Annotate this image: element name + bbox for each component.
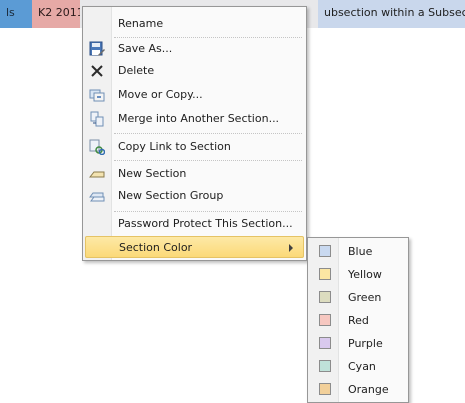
menu-separator xyxy=(114,133,302,134)
color-item-orange[interactable]: Orange xyxy=(310,378,406,401)
menu-item-move-copy[interactable]: Move or Copy... xyxy=(85,84,304,106)
section-tab-label: ls xyxy=(6,6,15,19)
color-item-green[interactable]: Green xyxy=(310,286,406,309)
section-color-submenu: Blue Yellow Green Red Purple Cyan Orange xyxy=(307,237,409,403)
merge-icon xyxy=(90,111,104,127)
yellow-swatch-icon xyxy=(319,268,331,280)
green-swatch-icon xyxy=(319,291,331,303)
menu-item-label: Move or Copy... xyxy=(118,88,203,101)
color-item-cyan[interactable]: Cyan xyxy=(310,355,406,378)
color-item-purple[interactable]: Purple xyxy=(310,332,406,355)
section-tab-label: K2 2011 xyxy=(38,6,80,19)
color-item-label: Orange xyxy=(348,383,389,396)
move-copy-icon xyxy=(89,89,105,102)
menu-item-label: Rename xyxy=(118,17,164,30)
color-item-label: Yellow xyxy=(348,268,382,281)
menu-item-password-protect[interactable]: Password Protect This Section... xyxy=(85,213,304,235)
menu-item-label: Copy Link to Section xyxy=(118,140,231,153)
section-tab[interactable]: K2 2011 xyxy=(32,0,80,28)
color-item-label: Green xyxy=(348,291,382,304)
section-context-menu: Rename Save As... Delete Move or Copy...… xyxy=(82,6,307,261)
red-swatch-icon xyxy=(319,314,331,326)
menu-item-copy-link[interactable]: Copy Link to Section xyxy=(85,136,304,158)
cyan-swatch-icon xyxy=(319,360,331,372)
menu-item-rename[interactable]: Rename xyxy=(85,13,304,35)
menu-item-label: Password Protect This Section... xyxy=(118,217,293,230)
menu-item-new-section[interactable]: New Section xyxy=(85,163,304,185)
section-tab[interactable]: ls xyxy=(0,0,32,28)
color-item-label: Cyan xyxy=(348,360,376,373)
color-item-red[interactable]: Red xyxy=(310,309,406,332)
menu-item-new-section-group[interactable]: New Section Group xyxy=(85,185,304,207)
menu-item-label: Save As... xyxy=(118,42,173,55)
color-item-label: Red xyxy=(348,314,369,327)
save-as-icon xyxy=(89,41,105,56)
menu-item-label: Delete xyxy=(118,64,155,77)
section-tab-label: ubsection within a Subsecti xyxy=(324,6,465,19)
menu-item-delete[interactable]: Delete xyxy=(85,60,304,82)
menu-separator xyxy=(114,160,302,161)
menu-item-label: Section Color xyxy=(119,241,193,254)
menu-item-merge[interactable]: Merge into Another Section... xyxy=(85,108,304,130)
menu-item-label: Merge into Another Section... xyxy=(118,112,280,125)
orange-swatch-icon xyxy=(319,383,331,395)
new-section-icon xyxy=(89,171,105,178)
purple-swatch-icon xyxy=(319,337,331,349)
submenu-arrow-icon xyxy=(289,244,293,252)
color-item-blue[interactable]: Blue xyxy=(310,240,406,263)
color-item-yellow[interactable]: Yellow xyxy=(310,263,406,286)
color-item-label: Purple xyxy=(348,337,383,350)
delete-x-icon xyxy=(91,65,103,77)
menu-item-label: New Section Group xyxy=(118,189,224,202)
menu-item-label: New Section xyxy=(118,167,187,180)
section-tab-active[interactable]: ubsection within a Subsecti xyxy=(318,0,465,28)
link-icon xyxy=(89,139,105,155)
menu-separator xyxy=(114,211,302,212)
new-section-group-icon xyxy=(89,192,105,202)
menu-item-save-as[interactable]: Save As... xyxy=(85,38,304,60)
color-item-label: Blue xyxy=(348,245,373,258)
menu-item-section-color[interactable]: Section Color xyxy=(85,236,304,258)
blue-swatch-icon xyxy=(319,245,331,257)
